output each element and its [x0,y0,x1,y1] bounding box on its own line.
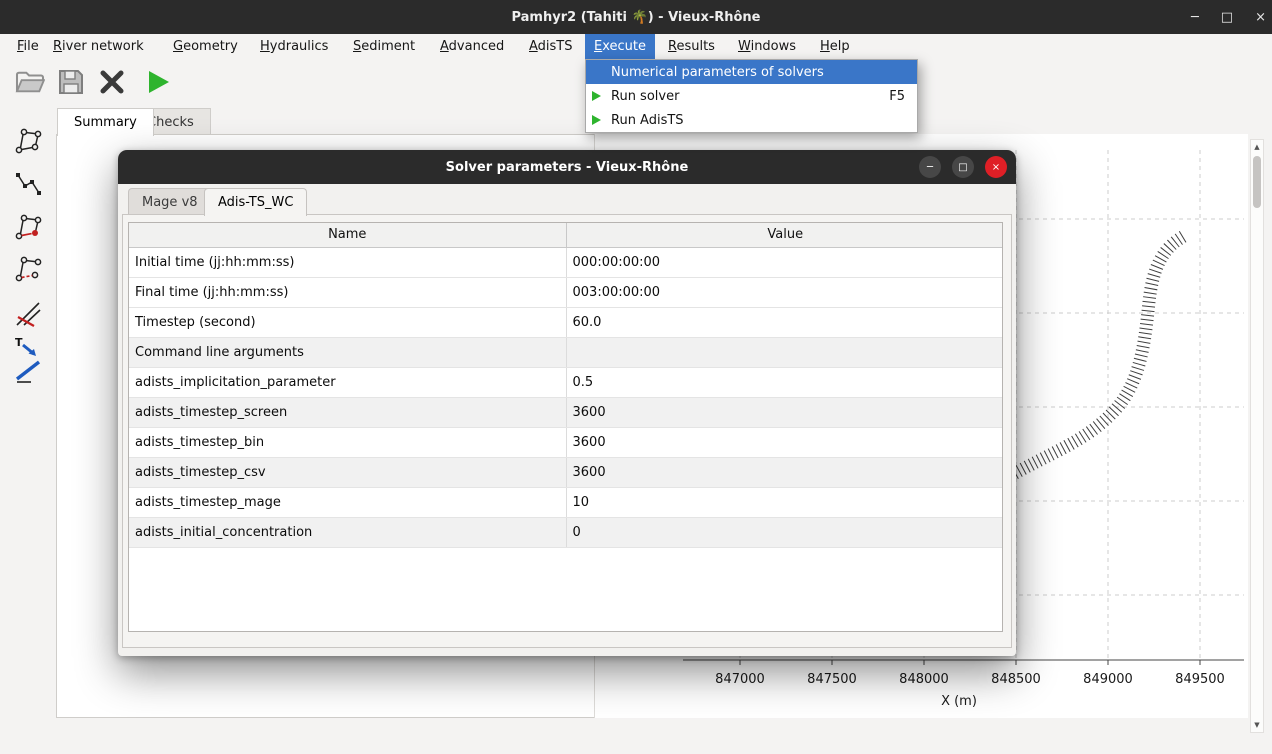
param-row[interactable]: adists_timestep_bin3600 [129,427,1003,457]
close-icon[interactable]: × [1255,10,1266,25]
execute-menu: Numerical parameters of solvers Run solv… [585,59,918,133]
x-axis-label: X (m) [919,694,999,709]
param-row[interactable]: Command line arguments [129,337,1003,367]
open-folder-icon [15,69,45,95]
param-row[interactable]: adists_timestep_mage10 [129,487,1003,517]
menu-results[interactable]: Results [659,34,724,59]
tab-summary[interactable]: Summary [57,108,154,136]
scroll-down-icon[interactable]: ▼ [1251,721,1263,729]
scrollbar-thumb[interactable] [1253,156,1261,208]
menu-execute[interactable]: Execute [585,34,655,59]
scroll-up-icon[interactable]: ▲ [1251,143,1263,151]
window-titlebar: Pamhyr2 (Tahiti 🌴) - Vieux-Rhône ─ □ × [0,0,1272,34]
menu-windows[interactable]: Windows [729,34,805,59]
app-window: Pamhyr2 (Tahiti 🌴) - Vieux-Rhône ─ □ × F… [0,0,1272,754]
vertical-scrollbar[interactable]: ▲ ▼ [1250,139,1264,733]
save-button[interactable] [55,66,87,98]
svg-text:T: T [15,336,23,349]
edit-reach-icon [13,254,43,284]
menu-file[interactable]: File [8,34,48,59]
dialog-close-icon[interactable]: × [985,156,1007,178]
param-row[interactable]: adists_implicitation_parameter0.5 [129,367,1003,397]
sidebar-river-network-button[interactable] [9,124,47,158]
run-adists-icon [592,115,601,125]
maximize-icon[interactable]: □ [1221,10,1233,25]
dialog-minimize-icon[interactable]: ─ [919,156,941,178]
longitudinal-profile-icon [13,169,43,199]
sidebar-cross-sections-button[interactable] [9,296,47,330]
current-reach-icon [13,212,43,242]
table-header-row: Name Value [129,223,1003,247]
run-solver-icon [592,91,601,101]
column-header-value: Value [566,223,1003,247]
parameters-table-container: Name Value Initial time (jj:hh:mm:ss)000… [128,222,1003,632]
x-tick-3: 848500 [986,672,1046,687]
sidebar-interpolate-button[interactable] [9,358,47,384]
river-channel-path [1003,236,1184,480]
param-row[interactable]: Timestep (second)60.0 [129,307,1003,337]
dialog-maximize-icon[interactable]: □ [952,156,974,178]
menu-sediment[interactable]: Sediment [344,34,424,59]
param-row[interactable]: adists_timestep_csv3600 [129,457,1003,487]
param-row[interactable]: adists_timestep_screen3600 [129,397,1003,427]
x-tick-1: 847500 [802,672,862,687]
run-solver-shortcut: F5 [889,89,905,104]
x-tick-2: 848000 [894,672,954,687]
column-header-name: Name [129,223,566,247]
x-tick-5: 849500 [1170,672,1230,687]
dialog-titlebar: Solver parameters - Vieux-Rhône ─ □ × [118,150,1016,184]
menu-help[interactable]: Help [811,34,859,59]
menu-geometry[interactable]: Geometry [164,34,247,59]
menu-adists[interactable]: AdisTS [520,34,582,59]
menu-hydraulics[interactable]: Hydraulics [251,34,337,59]
river-network-icon [13,126,43,156]
menu-item-run-solver[interactable]: Run solver F5 [586,84,917,108]
translate-icon: T [14,335,42,359]
run-button[interactable] [142,66,174,98]
menu-river-network[interactable]: River network [44,34,153,59]
sidebar-profile-button[interactable] [9,167,47,201]
minimize-icon[interactable]: ─ [1191,10,1199,25]
dialog-tab-mage[interactable]: Mage v8 [128,188,212,215]
delete-icon [99,69,125,95]
close-study-button[interactable] [96,66,128,98]
dialog-title: Solver parameters - Vieux-Rhône [446,160,689,175]
open-button[interactable] [14,66,46,98]
param-row[interactable]: adists_initial_concentration0 [129,517,1003,547]
menu-advanced[interactable]: Advanced [431,34,513,59]
interpolate-icon [14,358,42,384]
sidebar-edit-reach-button[interactable] [9,252,47,286]
param-row[interactable]: Final time (jj:hh:mm:ss)003:00:00:00 [129,277,1003,307]
parameters-table: Name Value Initial time (jj:hh:mm:ss)000… [129,223,1003,548]
sidebar-current-reach-button[interactable] [9,210,47,244]
x-tick-4: 849000 [1078,672,1138,687]
dialog-tab-adists[interactable]: Adis-TS_WC [204,188,307,216]
window-title: Pamhyr2 (Tahiti 🌴) - Vieux-Rhône [511,10,760,25]
run-icon [145,69,171,95]
cross-sections-icon [13,298,43,328]
solver-parameters-dialog: Solver parameters - Vieux-Rhône ─ □ × Ma… [118,150,1016,656]
menu-item-run-adists[interactable]: Run AdisTS [586,108,917,132]
param-row[interactable]: Initial time (jj:hh:mm:ss)000:00:00:00 [129,247,1003,277]
menu-item-numerical-parameters[interactable]: Numerical parameters of solvers [586,60,917,84]
x-tick-0: 847000 [710,672,770,687]
save-icon [57,68,85,96]
sidebar-translate-button[interactable]: T [9,334,47,360]
menubar: File River network Geometry Hydraulics S… [0,34,1272,59]
